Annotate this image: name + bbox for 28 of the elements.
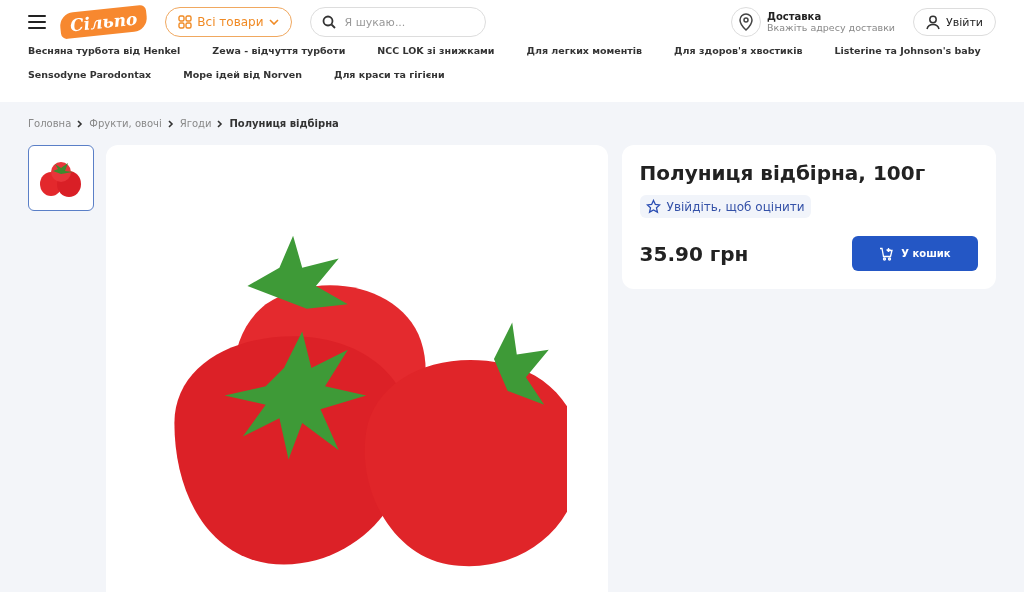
- star-icon: [645, 199, 661, 214]
- delivery-title[interactable]: Доставка: [767, 11, 896, 22]
- promo-link[interactable]: NCC LOK зі знижками: [377, 44, 495, 58]
- rating-prompt-button[interactable]: Увійдіть, щоб оцінити: [639, 195, 811, 218]
- user-icon: [926, 14, 941, 30]
- product-thumbnail[interactable]: [28, 145, 94, 211]
- breadcrumb-current-page: Полуниця відбірна: [229, 118, 339, 129]
- add-to-cart-button[interactable]: У кошик: [852, 236, 978, 271]
- grid-icon: [178, 15, 193, 29]
- menu-icon[interactable]: [28, 15, 46, 29]
- cart-icon: [879, 246, 894, 261]
- product-price: 35.90 грн: [639, 241, 749, 266]
- promo-link[interactable]: Море ідей від Norven: [183, 68, 302, 82]
- promo-link[interactable]: Весняна турбота від Henkel: [28, 44, 181, 58]
- promo-link[interactable]: Listerine та Johnson's baby: [834, 44, 981, 58]
- promo-link[interactable]: Для здоров'я хвостиків: [674, 44, 803, 58]
- promo-link[interactable]: Sensodyne Parodontax: [28, 68, 152, 82]
- delivery-address-hint[interactable]: Вкажіть адресу доставки: [767, 22, 896, 33]
- login-button[interactable]: Увійти: [913, 8, 996, 36]
- chevron-down-icon: [268, 19, 279, 25]
- product-title: Полуниця відбірна, 100г: [639, 161, 927, 185]
- promo-link[interactable]: Для краси та гігієни: [333, 68, 445, 82]
- chevron-right-icon: [77, 119, 84, 128]
- promo-link[interactable]: Zewa - відчуття турботи: [212, 44, 346, 58]
- promo-link[interactable]: Для легких моментів: [526, 44, 643, 58]
- chevron-right-icon: [217, 119, 224, 128]
- chevron-right-icon: [167, 119, 174, 128]
- search-field[interactable]: Я шукаю...: [309, 7, 486, 37]
